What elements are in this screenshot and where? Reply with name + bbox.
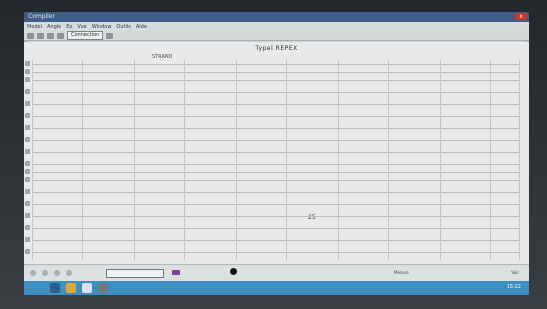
connection-field[interactable]: Connection (67, 31, 104, 40)
row-header[interactable] (25, 161, 30, 166)
color-chip[interactable] (172, 270, 180, 275)
monitor-bezel (0, 295, 547, 309)
last-page-button[interactable] (66, 270, 72, 276)
row-header[interactable] (25, 61, 30, 66)
toolbar: Connection (24, 31, 529, 41)
tool-icon[interactable] (106, 32, 114, 39)
sheet-title: Typel REPEX (255, 45, 298, 52)
grid-row-line (32, 128, 520, 129)
row-header[interactable] (25, 125, 30, 130)
grid-column-line (338, 60, 339, 260)
grid-column-line (236, 60, 237, 260)
open-icon[interactable] (37, 32, 44, 39)
grid-row-line (32, 140, 520, 141)
clock: 15:22 (506, 284, 521, 290)
window-title: Compiler (28, 13, 56, 20)
menu-item-angle[interactable]: Angle (47, 24, 61, 30)
new-icon[interactable] (27, 32, 34, 39)
grid-row-line (32, 172, 520, 173)
spreadsheet: Typel REPEX STRAND 25 (24, 42, 529, 264)
row-header[interactable] (25, 169, 30, 174)
grid-row-line (32, 116, 520, 117)
grid-column-line (134, 60, 135, 260)
menu-item-aide[interactable]: Aide (136, 24, 147, 30)
next-page-button[interactable] (54, 270, 60, 276)
row-header[interactable] (25, 77, 30, 82)
close-button[interactable]: x (515, 13, 527, 20)
page-input[interactable] (106, 269, 164, 278)
grid-row-line (32, 240, 520, 241)
grid-row-line (32, 152, 520, 153)
status-text: Mesure (394, 270, 409, 275)
title-bar: Compiler x (24, 12, 529, 22)
menu-bar: Model Angle Ex Vue Window Outils Aide (24, 22, 529, 31)
grid-column-line (32, 60, 33, 260)
row-header[interactable] (25, 201, 30, 206)
menu-item-outils[interactable]: Outils (116, 24, 130, 30)
taskbar: 15:22 (24, 281, 529, 295)
row-header[interactable] (25, 89, 30, 94)
grid-column-line (490, 60, 491, 260)
grid-row-line (32, 192, 520, 193)
row-header[interactable] (25, 189, 30, 194)
grid-column-line (388, 60, 389, 260)
grid-row-line (32, 80, 520, 81)
first-page-button[interactable] (30, 270, 36, 276)
grid-row-line (32, 92, 520, 93)
row-header[interactable] (25, 113, 30, 118)
row-header[interactable] (25, 177, 30, 182)
row-header[interactable] (25, 237, 30, 242)
grid-row-line (32, 104, 520, 105)
undo-icon[interactable] (57, 32, 64, 39)
menu-item-model[interactable]: Model (27, 24, 42, 30)
grid-row-line (32, 180, 520, 181)
save-icon[interactable] (47, 32, 54, 39)
prev-page-button[interactable] (42, 270, 48, 276)
row-header[interactable] (25, 69, 30, 74)
grid-row-line (32, 64, 520, 65)
grid-row-line (32, 252, 520, 253)
folder-icon[interactable] (66, 283, 76, 293)
grid-column-line (286, 60, 287, 260)
row-header[interactable] (25, 213, 30, 218)
row-header[interactable] (25, 101, 30, 106)
grid-row-line (32, 72, 520, 73)
status-bar: Mesure Voir (24, 264, 529, 282)
app2-icon[interactable] (98, 283, 108, 293)
grid-column-line (82, 60, 83, 260)
grid-column-line (519, 60, 520, 260)
start-icon[interactable] (50, 283, 60, 293)
grid-row-line (32, 216, 520, 217)
row-header[interactable] (25, 149, 30, 154)
row-header[interactable] (25, 225, 30, 230)
menu-item-window[interactable]: Window (92, 24, 112, 30)
app-icon[interactable] (82, 283, 92, 293)
grid-column-line (184, 60, 185, 260)
row-header[interactable] (25, 249, 30, 254)
screen: Compiler x Model Angle Ex Vue Window Out… (24, 12, 529, 295)
cell-grid[interactable]: 25 (25, 60, 520, 260)
record-button[interactable] (230, 268, 237, 275)
row-header[interactable] (25, 137, 30, 142)
grid-column-line (440, 60, 441, 260)
grid-row-line (32, 204, 520, 205)
menu-item-vue[interactable]: Vue (77, 24, 86, 30)
status-right-text: Voir (511, 270, 519, 275)
grid-row-line (32, 164, 520, 165)
menu-item-ex[interactable]: Ex (66, 24, 72, 30)
grid-row-line (32, 228, 520, 229)
